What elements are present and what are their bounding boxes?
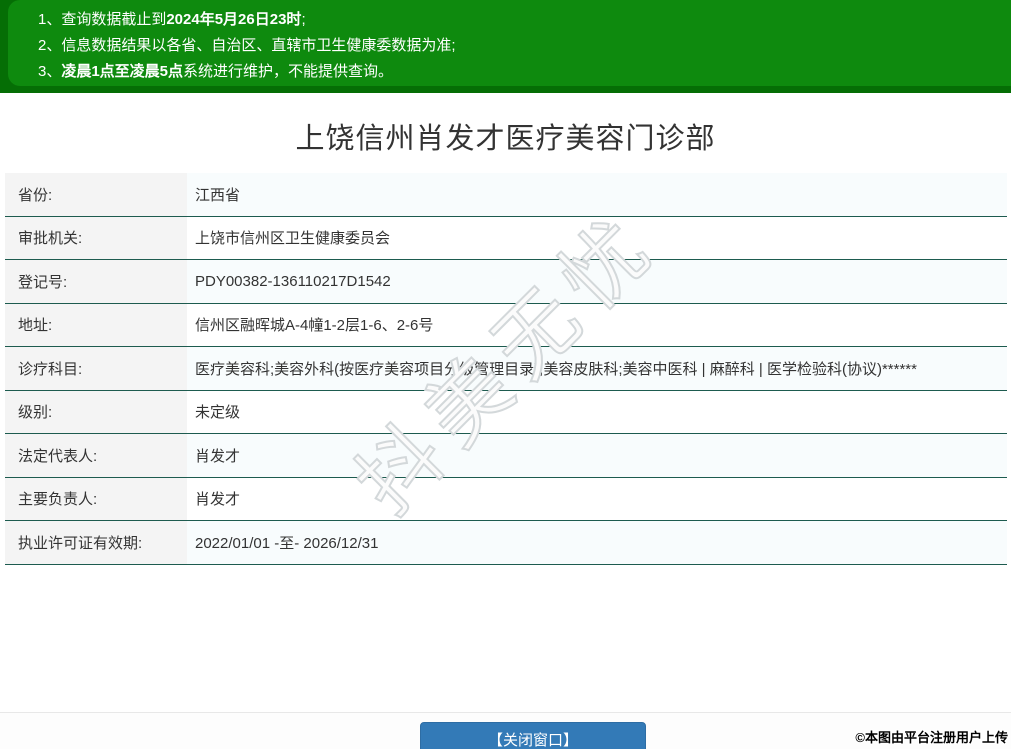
table-row-level: 级别: 未定级 <box>5 390 1007 434</box>
field-label: 地址: <box>5 303 187 346</box>
notice-3-text: 3、 <box>38 63 62 80</box>
field-value: 2022/01/01 -至- 2026/12/31 <box>187 521 1007 564</box>
page-title: 上饶信州肖发才医疗美容门诊部 <box>295 123 716 155</box>
institution-details-table: 省份: 江西省 审批机关: 上饶市信州区卫生健康委员会 登记号: PDY0038… <box>5 173 1007 565</box>
table-row-registration-number: 登记号: PDY00382-136110217D1542 <box>5 260 1007 304</box>
table-row-province: 省份: 江西省 <box>5 173 1007 217</box>
table-row-person-in-charge: 主要负责人: 肖发才 <box>5 477 1007 521</box>
notice-3-bold: 凌晨1点至凌晨5点 <box>61 63 184 80</box>
notice-banner-panel: 1、查询数据截止到2024年5月26日23时; 2、信息数据结果以各省、自治区、… <box>8 0 1011 86</box>
notice-line-2: 2、信息数据结果以各省、自治区、直辖市卫生健康委数据为准; <box>38 33 1001 59</box>
field-label: 法定代表人: <box>5 434 187 477</box>
notice-line-1: 1、查询数据截止到2024年5月26日23时; <box>38 7 1001 33</box>
field-label: 省份: <box>5 173 187 216</box>
table-row-legal-representative: 法定代表人: 肖发才 <box>5 434 1007 478</box>
field-value: PDY00382-136110217D1542 <box>187 260 1007 303</box>
image-credit-text: ©本图由平台注册用户上传 <box>855 730 1008 745</box>
field-label: 诊疗科目: <box>5 347 187 390</box>
notice-1-tail: ; <box>301 11 306 28</box>
notice-banner: 1、查询数据截止到2024年5月26日23时; 2、信息数据结果以各省、自治区、… <box>0 0 1011 93</box>
field-value: 医疗美容科;美容外科(按医疗美容项目分级管理目录);美容皮肤科;美容中医科 | … <box>187 347 1007 390</box>
field-value: 肖发才 <box>195 491 241 509</box>
field-label: 执业许可证有效期: <box>5 521 187 564</box>
notice-line-3: 3、凌晨1点至凌晨5点系统进行维护，不能提供查询。 <box>38 59 1001 85</box>
field-label: 级别: <box>5 390 187 433</box>
close-window-button[interactable]: 【关闭窗口】 <box>420 722 646 749</box>
field-label: 主要负责人: <box>5 477 187 520</box>
notice-3-tail: 系统进行维护，不能提供查询。 <box>183 63 394 80</box>
field-value: 信州区融晖城A-4幢1-2层1-6、2-6号 <box>195 317 434 335</box>
table-row-address: 地址: 信州区融晖城A-4幢1-2层1-6、2-6号 <box>5 303 1007 347</box>
notice-1-text: 1、查询数据截止到 <box>38 11 167 28</box>
field-value: 江西省 <box>187 173 1007 216</box>
field-label: 登记号: <box>5 260 187 303</box>
field-value: 肖发才 <box>187 434 1007 477</box>
table-row-license-validity: 执业许可证有效期: 2022/01/01 -至- 2026/12/31 <box>5 521 1007 565</box>
table-row-approval-authority: 审批机关: 上饶市信州区卫生健康委员会 <box>5 216 1007 260</box>
notice-1-bold: 2024年5月26日23时 <box>166 11 302 28</box>
notice-2-text: 2、信息数据结果以各省、自治区、直辖市卫生健康委数据为准; <box>38 37 456 54</box>
field-value: 上饶市信州区卫生健康委员会 <box>195 230 391 248</box>
table-row-medical-subjects: 诊疗科目: 医疗美容科;美容外科(按医疗美容项目分级管理目录);美容皮肤科;美容… <box>5 347 1007 391</box>
field-label: 审批机关: <box>5 216 187 259</box>
field-value: 未定级 <box>195 404 241 422</box>
